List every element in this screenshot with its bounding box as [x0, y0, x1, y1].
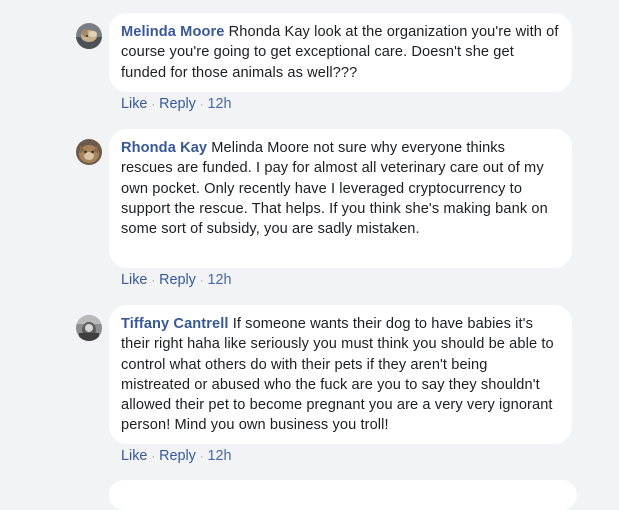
like-button[interactable]: Like — [121, 448, 147, 464]
profile-photo-dog-icon — [76, 23, 102, 49]
profile-photo-bw-icon — [76, 315, 102, 341]
timestamp[interactable]: 12h — [208, 448, 232, 464]
avatar[interactable] — [76, 315, 102, 341]
comment-actions: Like · Reply · 12h — [121, 96, 232, 112]
separator: · — [151, 275, 156, 287]
timestamp[interactable]: 12h — [208, 96, 232, 112]
comment-actions: Like · Reply · 12h — [121, 448, 232, 464]
profile-photo-cat-icon — [76, 139, 102, 165]
reply-button[interactable]: Reply — [159, 272, 196, 288]
comment-bubble: Rhonda Kay Melinda Moore not sure why ev… — [109, 129, 572, 268]
separator: · — [199, 451, 204, 463]
separator: · — [199, 99, 204, 111]
reply-button[interactable]: Reply — [159, 96, 196, 112]
avatar[interactable] — [76, 139, 102, 165]
comment-text: If someone wants their dog to have babie… — [121, 316, 554, 434]
reply-button[interactable]: Reply — [159, 448, 196, 464]
comment-author[interactable]: Melinda Moore — [121, 24, 224, 40]
separator: · — [199, 275, 204, 287]
separator: · — [151, 451, 156, 463]
comment-author[interactable]: Tiffany Cantrell — [121, 316, 229, 332]
avatar[interactable] — [76, 23, 102, 49]
comment-actions: Like · Reply · 12h — [121, 272, 232, 288]
comment-bubble: Tiffany Cantrell If someone wants their … — [109, 305, 572, 444]
comment-author[interactable]: Rhonda Kay — [121, 140, 207, 156]
separator: · — [151, 99, 156, 111]
timestamp[interactable]: 12h — [208, 272, 232, 288]
comment-bubble: Melinda Moore Rhonda Kay look at the org… — [109, 13, 572, 92]
like-button[interactable]: Like — [121, 96, 147, 112]
like-button[interactable]: Like — [121, 272, 147, 288]
next-comment-bubble — [109, 480, 577, 510]
